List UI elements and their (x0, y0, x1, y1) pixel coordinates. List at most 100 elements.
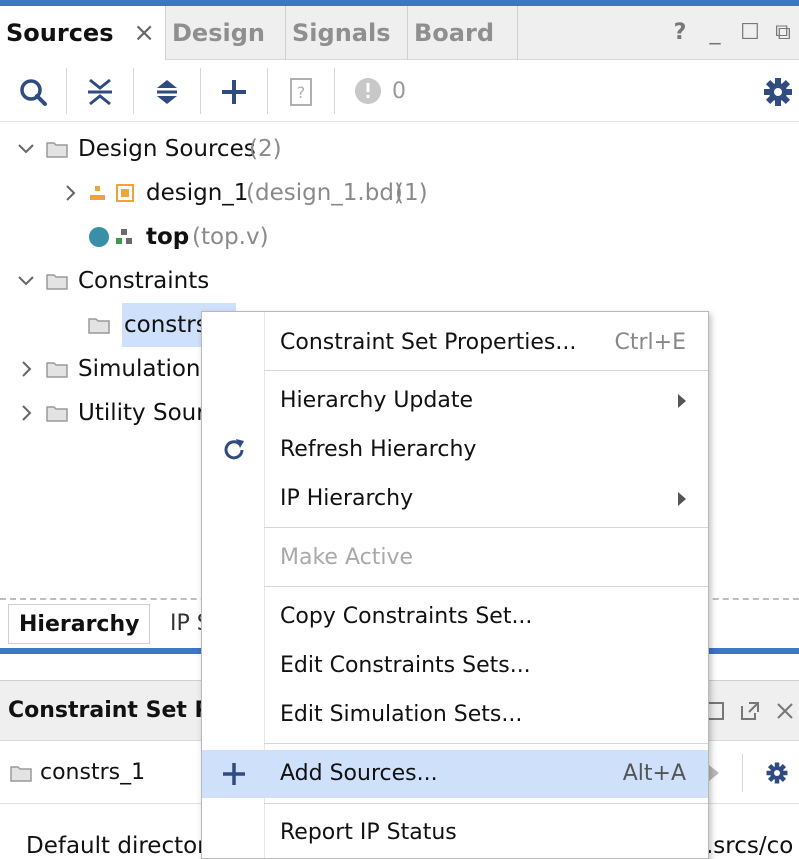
chevron-down-icon[interactable] (14, 127, 38, 171)
tree-item-design-1[interactable]: design_1 (design_1.bd) (1) (0, 171, 799, 215)
submenu-arrow-icon (678, 394, 686, 408)
add-icon (223, 763, 245, 785)
default-directory-label: Default directory: (26, 833, 227, 859)
menu-item-label: Make Active (280, 545, 413, 570)
search-button[interactable] (14, 72, 54, 112)
menu-separator (264, 370, 708, 371)
toolbar-separator (200, 68, 201, 114)
add-icon (222, 80, 246, 104)
minimize-button[interactable]: _ (700, 6, 730, 60)
tab-board-label: Board (414, 19, 494, 47)
tree-count: (1) (395, 180, 428, 206)
chevron-right-icon[interactable] (58, 171, 82, 215)
menu-item-report-ip-status[interactable]: Report IP Status (202, 810, 708, 856)
close-icon[interactable] (775, 701, 795, 721)
menu-item-add-sources[interactable]: Add Sources... Alt+A (202, 750, 708, 798)
tree-label: Constraints (78, 268, 210, 294)
menu-item-shortcut: Alt+A (622, 761, 686, 786)
tab-signals-label: Signals (292, 19, 391, 47)
chevron-down-icon[interactable] (14, 259, 38, 303)
toolbar-separator (66, 68, 67, 114)
menu-item-ip-hierarchy[interactable]: IP Hierarchy (202, 476, 708, 522)
collapse-all-icon (88, 78, 112, 106)
folder-icon (46, 406, 68, 422)
tab-design[interactable]: Design (166, 6, 286, 60)
folder-icon (46, 362, 68, 378)
svg-text:?: ? (297, 83, 306, 102)
status-indicator[interactable]: 0 (350, 72, 420, 112)
status-circle-icon (355, 78, 381, 104)
menu-item-constraint-set-properties[interactable]: Constraint Set Properties... Ctrl+E (202, 320, 708, 366)
menu-item-edit-simulation-sets[interactable]: Edit Simulation Sets... (202, 692, 708, 738)
help-button[interactable]: ? (665, 6, 695, 60)
tab-board[interactable]: Board (408, 6, 518, 60)
tree-item-constraints[interactable]: Constraints (0, 259, 799, 303)
context-menu: Constraint Set Properties... Ctrl+E Hier… (201, 311, 709, 859)
module-icon (116, 229, 132, 244)
menu-item-shortcut: Ctrl+E (614, 330, 686, 355)
gear-icon (764, 78, 792, 106)
tree-count: (2) (249, 136, 282, 162)
menu-item-refresh-hierarchy[interactable]: Refresh Hierarchy (202, 427, 708, 473)
sources-toolbar: ? 0 (0, 60, 799, 122)
block-design-icon (90, 184, 134, 202)
menu-separator (264, 527, 708, 528)
tree-item-design-sources[interactable]: Design Sources (2) (0, 127, 799, 171)
chevron-right-icon[interactable] (14, 391, 38, 435)
collapse-all-button[interactable] (80, 72, 120, 112)
help-icon: ? (290, 78, 312, 106)
tree-item-top[interactable]: top (top.v) (0, 215, 799, 259)
menu-item-label: Add Sources... (280, 761, 438, 786)
expand-all-icon (157, 80, 177, 104)
folder-icon (46, 142, 68, 158)
menu-item-label: Copy Constraints Set... (280, 604, 533, 629)
folder-icon (46, 274, 68, 290)
refresh-icon (224, 439, 244, 460)
tree-label: design_1 (146, 180, 249, 206)
status-count: 0 (392, 79, 406, 104)
folder-icon (10, 766, 32, 782)
close-icon[interactable]: × (133, 6, 155, 60)
gear-icon[interactable] (762, 758, 792, 788)
tab-hierarchy[interactable]: Hierarchy (8, 604, 151, 644)
expand-all-button[interactable] (147, 72, 187, 112)
menu-item-label: Report IP Status (280, 820, 457, 845)
menu-item-label: Edit Simulation Sets... (280, 702, 523, 727)
tab-sources-label: Sources (6, 19, 114, 47)
tree-label: top (146, 224, 190, 250)
tab-design-label: Design (172, 19, 265, 47)
chevron-right-icon[interactable] (14, 347, 38, 391)
maximize-button[interactable]: ☐ (735, 6, 765, 60)
float-icon[interactable] (740, 701, 760, 721)
menu-separator (264, 586, 708, 587)
tree-detail: (design_1.bd) (246, 180, 403, 206)
menu-item-hierarchy-update[interactable]: Hierarchy Update (202, 378, 708, 424)
menu-item-edit-constraints-sets[interactable]: Edit Constraints Sets... (202, 643, 708, 689)
properties-object-name: constrs_1 (40, 760, 146, 785)
default-directory-value: .srcs/co (706, 833, 794, 859)
tab-signals[interactable]: Signals (286, 6, 408, 60)
top-module-dot-icon (89, 227, 109, 247)
add-sources-button[interactable] (214, 72, 254, 112)
folder-icon (88, 318, 110, 334)
float-button[interactable]: ⧉ (768, 6, 798, 60)
toolbar-separator (742, 754, 743, 792)
menu-item-label: Edit Constraints Sets... (280, 653, 531, 678)
menu-item-label: Hierarchy Update (280, 388, 474, 413)
menu-item-label: Constraint Set Properties... (280, 330, 577, 355)
search-icon (20, 79, 47, 106)
tree-detail: (top.v) (192, 224, 269, 250)
toolbar-separator (267, 68, 268, 114)
settings-button[interactable] (758, 72, 798, 112)
menu-separator (264, 803, 708, 804)
menu-item-label: IP Hierarchy (280, 486, 414, 511)
toolbar-separator (133, 68, 134, 114)
menu-item-copy-constraints-set[interactable]: Copy Constraints Set... (202, 594, 708, 640)
menu-item-label: Refresh Hierarchy (280, 437, 477, 462)
help-doc-button[interactable]: ? (281, 72, 321, 112)
submenu-arrow-icon (678, 492, 686, 506)
tab-sources[interactable]: Sources × (0, 6, 166, 60)
tree-label: Design Sources (78, 136, 256, 162)
toolbar-separator (334, 68, 335, 114)
menu-item-make-active: Make Active (202, 535, 708, 581)
